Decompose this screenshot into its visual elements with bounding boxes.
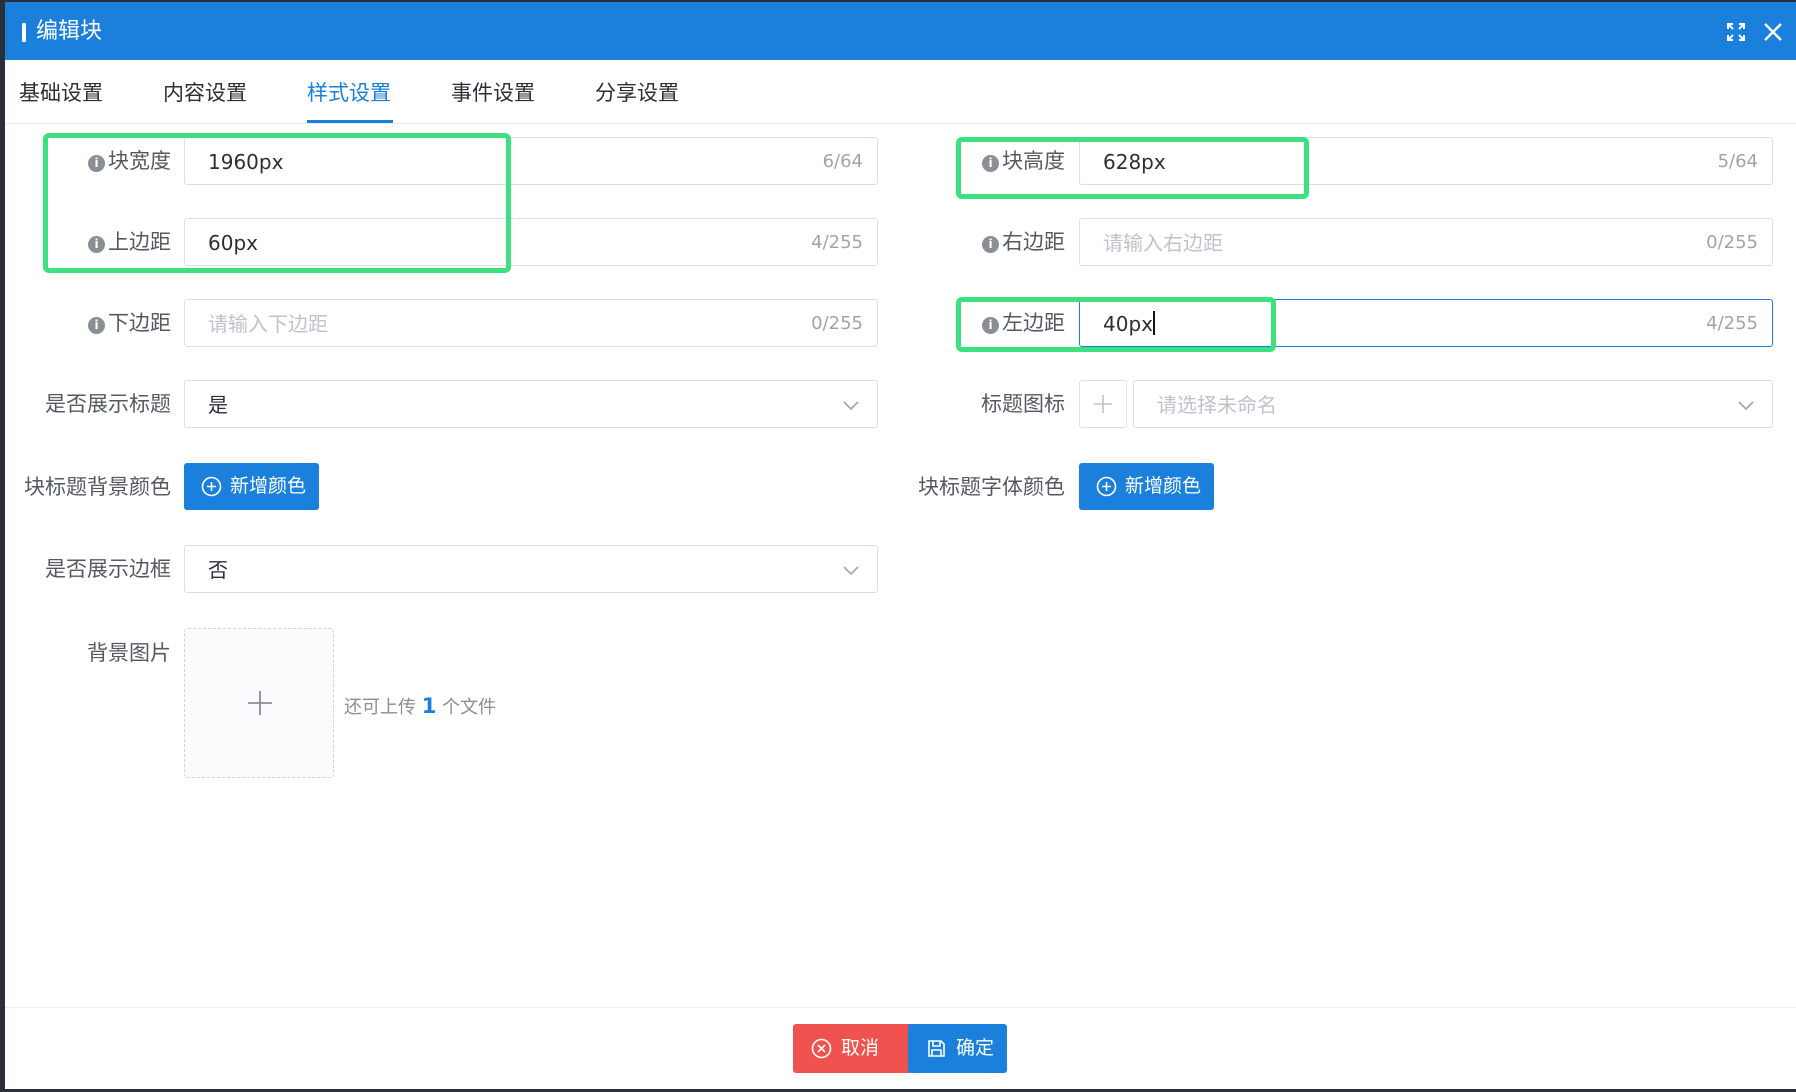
info-icon: i	[982, 317, 999, 334]
upload-hint: 还可上传 1 个文件	[344, 694, 497, 718]
confirm-button[interactable]: 确定	[908, 1024, 1007, 1073]
info-icon: i	[982, 236, 999, 253]
block-width-label: i 块宽度	[88, 148, 171, 174]
plus-circle-icon	[1096, 476, 1117, 497]
plus-icon	[248, 691, 272, 715]
plus-icon	[1094, 395, 1112, 413]
show-title-select[interactable]: 是	[184, 380, 878, 428]
bg-image-uploader[interactable]	[184, 628, 334, 778]
edit-block-dialog: 编辑块 基础设置 内容设置 样式设置 事件设置 分享设置 i 块宽度 1960px…	[5, 2, 1796, 1089]
title-bg-color-label: 块标题背景颜色	[24, 475, 171, 499]
block-width-input[interactable]: 1960px 6/64	[184, 137, 878, 185]
add-title-bg-color-button[interactable]: 新增颜色	[184, 463, 319, 510]
margin-left-input[interactable]: 40px 4/255	[1079, 299, 1773, 347]
margin-top-input[interactable]: 60px 4/255	[184, 218, 878, 266]
char-counter: 5/64	[1717, 151, 1758, 172]
char-counter: 0/255	[811, 313, 863, 334]
tab-basic[interactable]: 基础设置	[19, 80, 103, 106]
title-icon-label: 标题图标	[981, 392, 1065, 416]
margin-right-label: i 右边距	[982, 229, 1065, 255]
info-icon: i	[88, 155, 105, 172]
cancel-button[interactable]: 取消	[793, 1024, 925, 1073]
block-height-input[interactable]: 628px 5/64	[1079, 137, 1773, 185]
info-icon: i	[982, 155, 999, 172]
footer-divider	[5, 1007, 1796, 1008]
tab-active-indicator	[307, 120, 393, 123]
char-counter: 0/255	[1706, 232, 1758, 253]
text-caret	[1152, 311, 1155, 335]
save-icon	[928, 1040, 945, 1057]
tab-bar: 基础设置 内容设置 样式设置 事件设置 分享设置	[5, 60, 1796, 124]
dialog-title: 编辑块	[36, 19, 103, 44]
plus-circle-icon	[201, 476, 222, 497]
tab-style[interactable]: 样式设置	[307, 80, 391, 106]
title-accent-bar	[22, 23, 26, 42]
margin-bottom-label: i 下边距	[88, 310, 171, 336]
block-height-label: i 块高度	[982, 148, 1065, 174]
show-border-label: 是否展示边框	[45, 557, 171, 581]
add-icon-button[interactable]	[1079, 380, 1127, 428]
char-counter: 4/255	[811, 232, 863, 253]
tab-share[interactable]: 分享设置	[595, 80, 679, 106]
info-icon: i	[88, 236, 105, 253]
title-font-color-label: 块标题字体颜色	[918, 475, 1065, 499]
add-title-font-color-button[interactable]: 新增颜色	[1079, 463, 1214, 510]
bg-image-label: 背景图片	[87, 641, 171, 665]
margin-left-label: i 左边距	[982, 310, 1065, 336]
chevron-down-icon	[843, 566, 859, 576]
fullscreen-icon[interactable]	[1723, 19, 1749, 45]
cancel-circle-icon	[811, 1038, 832, 1059]
margin-bottom-input[interactable]: 请输入下边距 0/255	[184, 299, 878, 347]
char-counter: 4/255	[1706, 313, 1758, 334]
tab-event[interactable]: 事件设置	[451, 80, 535, 106]
show-title-label: 是否展示标题	[45, 392, 171, 416]
dialog-titlebar: 编辑块	[5, 2, 1796, 60]
char-counter: 6/64	[822, 151, 863, 172]
margin-right-input[interactable]: 请输入右边距 0/255	[1079, 218, 1773, 266]
chevron-down-icon	[843, 401, 859, 411]
tab-content[interactable]: 内容设置	[163, 80, 247, 106]
info-icon: i	[88, 317, 105, 334]
close-icon[interactable]	[1760, 19, 1786, 45]
title-icon-select[interactable]: 请选择未命名	[1133, 380, 1773, 428]
show-border-select[interactable]: 否	[184, 545, 878, 593]
chevron-down-icon	[1738, 401, 1754, 411]
margin-top-label: i 上边距	[88, 229, 171, 255]
